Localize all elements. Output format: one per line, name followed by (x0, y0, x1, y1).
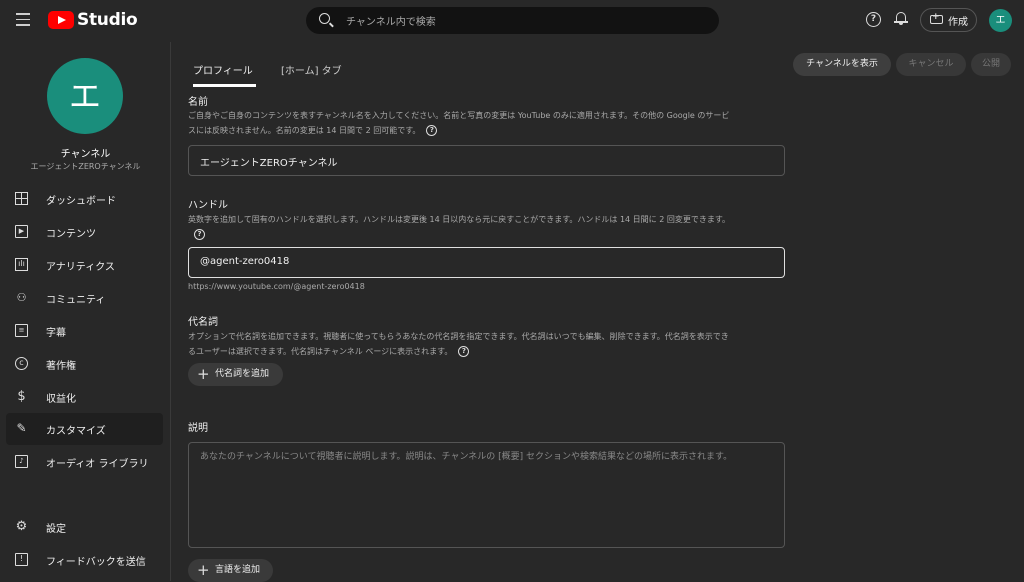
pronoun-desc-line1: オプションで代名詞を追加できます。視聴者に使ってもらうあなたの代名詞を指定できま… (188, 332, 729, 341)
sidebar-item-label: 著作権 (46, 361, 76, 372)
add-pronoun-label: 代名詞を追加 (215, 369, 270, 379)
handle-description: 英数字を追加して固有のハンドルを選択します。ハンドルは変更後 14 日以内なら元… (188, 212, 786, 242)
sidebar-item-label: ダッシュボード (46, 196, 116, 207)
add-language-label: 言語を追加 (215, 565, 261, 575)
search-bar[interactable]: チャンネル内で検索 (306, 7, 719, 34)
main-content: プロフィール [ホーム] タブ チャンネルを表示 キャンセル 公開 名前 ご自身… (171, 42, 1024, 582)
sidebar-item-customize[interactable]: ✎ カスタマイズ (6, 413, 163, 445)
help-icon[interactable]: ? (866, 12, 881, 27)
handle-field[interactable]: @agent-zero0418 (188, 247, 785, 278)
view-channel-button[interactable]: チャンネルを表示 (793, 53, 891, 76)
plus-icon: + (197, 561, 210, 579)
tab-bar: プロフィール [ホーム] タブ チャンネルを表示 キャンセル 公開 (171, 42, 1024, 87)
handle-desc-text: 英数字を追加して固有のハンドルを選択します。ハンドルは変更後 14 日以内なら元… (188, 215, 731, 224)
create-label: 作成 (948, 17, 968, 28)
sidebar-item-label: 収益化 (46, 394, 76, 405)
sidebar-item-label: オーディオ ライブラリ (46, 459, 149, 470)
sidebar-item-label: コミュニティ (46, 295, 106, 306)
active-tab-indicator (193, 84, 256, 87)
studio-logo[interactable]: Studio (48, 10, 138, 30)
name-field-value[interactable]: エージェントZEROチャンネル (200, 154, 338, 169)
magic-wand-icon: ✎ (16, 421, 27, 435)
publish-button[interactable]: 公開 (971, 53, 1011, 76)
audio-library-icon: ♪ (15, 455, 28, 468)
pronoun-description: オプションで代名詞を追加できます。視聴者に使ってもらうあなたの代名詞を指定できま… (188, 329, 786, 359)
sidebar-item-dashboard[interactable]: ダッシュボード (6, 183, 163, 215)
sidebar-item-label: 設定 (46, 524, 66, 535)
name-desc-line1: ご自身やご自身のコンテンツを表すチャンネル名を入力してください。名前と写真の変更… (188, 111, 730, 120)
channel-name: エージェントZEROチャンネル (30, 162, 141, 171)
sidebar-item-settings[interactable]: ⚙ 設定 (6, 511, 163, 543)
menu-icon[interactable] (16, 13, 30, 26)
name-title: 名前 (188, 97, 208, 108)
help-icon[interactable]: ? (426, 125, 438, 136)
sidebar-item-label: アナリティクス (46, 262, 115, 273)
name-description: ご自身やご自身のコンテンツを表すチャンネル名を入力してください。名前と写真の変更… (188, 108, 786, 138)
community-icon: ⚇ (16, 291, 27, 304)
search-input[interactable]: チャンネル内で検索 (346, 13, 436, 28)
sidebar-item-label: カスタマイズ (46, 426, 106, 437)
sidebar-item-copyright[interactable]: c 著作権 (6, 348, 163, 380)
dollar-icon: $ (17, 389, 26, 404)
pronoun-title: 代名詞 (188, 317, 218, 328)
sidebar-item-community[interactable]: ⚇ コミュニティ (6, 282, 163, 314)
sidebar-item-subtitles[interactable]: ≡ 字幕 (6, 315, 163, 347)
sidebar: エ チャンネル エージェントZEROチャンネル ダッシュボード ▶ コンテンツ … (0, 42, 171, 581)
sidebar-item-analytics[interactable]: ılı アナリティクス (6, 249, 163, 281)
dashboard-icon (15, 192, 28, 205)
description-title: 説明 (188, 423, 208, 434)
name-field[interactable]: エージェントZEROチャンネル (188, 145, 785, 176)
sidebar-item-label: 字幕 (46, 328, 66, 339)
tab-home[interactable]: [ホーム] タブ (281, 62, 342, 77)
subtitles-icon: ≡ (15, 324, 28, 337)
feedback-icon: ! (15, 553, 28, 566)
sidebar-item-content[interactable]: ▶ コンテンツ (6, 216, 163, 248)
content-icon: ▶ (15, 225, 28, 238)
sidebar-item-label: フィードバックを送信 (46, 557, 146, 568)
sidebar-item-label: コンテンツ (46, 229, 96, 240)
help-icon[interactable]: ? (194, 229, 205, 240)
top-bar: Studio チャンネル内で検索 ? 作成 エ (0, 0, 1024, 42)
pronoun-desc-line2: るユーザーは選択できます。代名詞はチャンネル ページに表示されます。 (188, 347, 453, 356)
handle-field-value[interactable]: @agent-zero0418 (200, 256, 289, 267)
help-icon[interactable]: ? (458, 346, 470, 357)
handle-title: ハンドル (188, 200, 228, 211)
plus-icon: + (197, 365, 210, 383)
logo-text: Studio (77, 10, 138, 30)
channel-avatar[interactable]: エ (47, 58, 123, 134)
cancel-button[interactable]: キャンセル (896, 53, 966, 76)
bell-icon[interactable] (894, 11, 908, 25)
account-avatar[interactable]: エ (989, 9, 1012, 32)
description-textarea[interactable]: あなたのチャンネルについて視聴者に説明します。説明は、チャンネルの [概要] セ… (188, 442, 785, 548)
sidebar-item-feedback[interactable]: ! フィードバックを送信 (6, 544, 163, 576)
search-icon[interactable] (319, 13, 330, 24)
youtube-play-icon (48, 11, 74, 29)
description-placeholder[interactable]: あなたのチャンネルについて視聴者に説明します。説明は、チャンネルの [概要] セ… (200, 449, 775, 465)
gear-icon: ⚙ (15, 519, 28, 534)
add-language-button[interactable]: + 言語を追加 (188, 559, 273, 582)
copyright-icon: c (15, 357, 28, 370)
analytics-icon: ılı (15, 258, 28, 271)
create-video-icon (930, 12, 943, 24)
tab-profile[interactable]: プロフィール (193, 62, 253, 77)
sidebar-item-monetization[interactable]: $ 収益化 (6, 381, 163, 413)
name-desc-line2: スには反映されません。名前の変更は 14 日間で 2 回可能です。 (188, 126, 421, 135)
handle-url: https://www.youtube.com/@agent-zero0418 (188, 282, 365, 291)
add-pronoun-button[interactable]: + 代名詞を追加 (188, 363, 283, 386)
channel-label: チャンネル (60, 149, 111, 160)
create-button[interactable]: 作成 (920, 8, 977, 32)
sidebar-item-audio-library[interactable]: ♪ オーディオ ライブラリ (6, 446, 163, 478)
